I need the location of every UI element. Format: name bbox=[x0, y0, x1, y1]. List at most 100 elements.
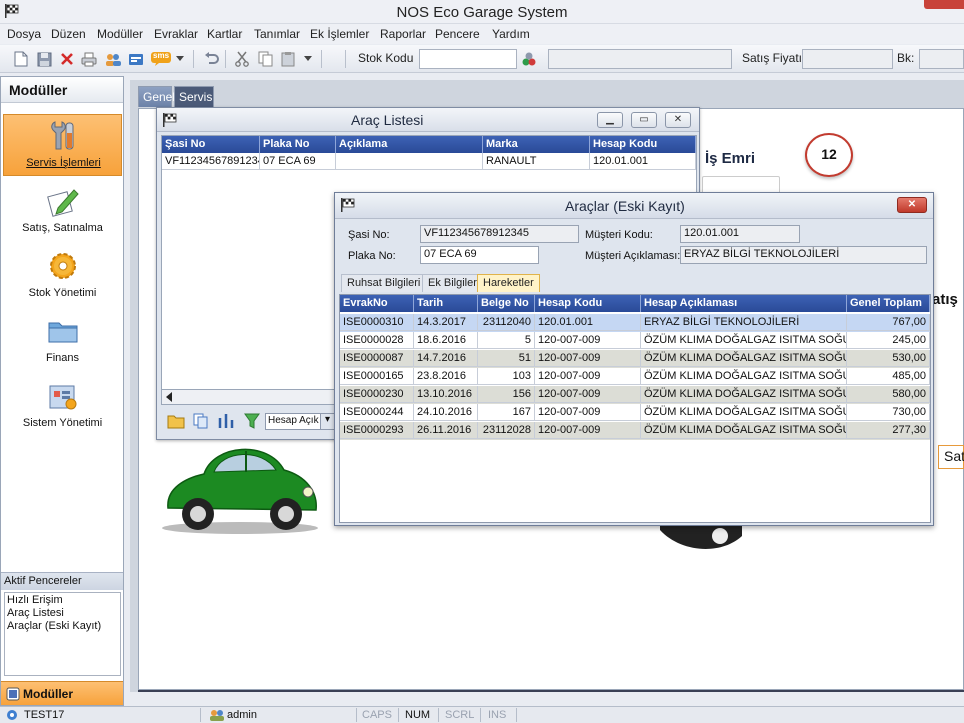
menu-yardim[interactable]: Yardım bbox=[492, 27, 530, 41]
menu-moduller[interactable]: Modüller bbox=[97, 27, 143, 41]
cell-genel-toplam: 485,00 bbox=[847, 368, 930, 385]
menu-kartlar[interactable]: Kartlar bbox=[207, 27, 242, 41]
minimize-icon[interactable]: ▁ bbox=[597, 112, 623, 128]
maximize-icon[interactable]: ▭ bbox=[631, 112, 657, 128]
filter-combo[interactable]: Hesap Açık ▾ bbox=[265, 413, 335, 430]
menu-evraklar[interactable]: Evraklar bbox=[154, 27, 198, 41]
cell-belge-no: 103 bbox=[478, 368, 535, 385]
table-row[interactable]: ISE0000230 13.10.2016 156 120-007-009 ÖZ… bbox=[340, 386, 930, 404]
stock-lookup-icon[interactable] bbox=[520, 50, 538, 68]
window-close-button[interactable] bbox=[924, 0, 964, 9]
table-row[interactable]: ISE0000165 23.8.2016 103 120-007-009 ÖZÜ… bbox=[340, 368, 930, 386]
menu-raporlar[interactable]: Raporlar bbox=[380, 27, 426, 41]
module-finans[interactable]: Finans bbox=[3, 310, 122, 372]
dashboard-sat-button[interactable]: Sat bbox=[938, 445, 964, 469]
module-satis-satinalma[interactable]: Satış, Satınalma bbox=[3, 180, 122, 242]
is-emri-title[interactable]: İş Emri bbox=[705, 150, 755, 167]
cell-belge-no: 51 bbox=[478, 350, 535, 367]
plaka-no-field[interactable]: 07 ECA 69 bbox=[420, 246, 539, 264]
menu-ek-islemler[interactable]: Ek İşlemler bbox=[310, 27, 369, 41]
title-bar: NOS Eco Garage System bbox=[0, 0, 964, 24]
save-icon[interactable] bbox=[35, 50, 53, 68]
module-stok-yonetimi[interactable]: Stok Yönetimi bbox=[3, 245, 122, 307]
menu-duzen[interactable]: Düzen bbox=[51, 27, 86, 41]
module-label: Finans bbox=[45, 352, 80, 364]
aktif-item-hizli-erisim[interactable]: Hızlı Erişim bbox=[7, 594, 118, 607]
table-row[interactable]: ISE0000028 18.6.2016 5 120-007-009 ÖZÜM … bbox=[340, 332, 930, 350]
print-icon[interactable] bbox=[80, 50, 98, 68]
filter-icon[interactable] bbox=[243, 412, 261, 430]
chevron-down-icon[interactable] bbox=[303, 50, 313, 68]
cell-hesap-kodu: 120-007-009 bbox=[535, 368, 641, 385]
cut-icon[interactable] bbox=[233, 50, 251, 68]
cell-genel-toplam: 245,00 bbox=[847, 332, 930, 349]
users-icon[interactable] bbox=[104, 50, 122, 68]
status-separator bbox=[200, 708, 201, 722]
delete-icon[interactable] bbox=[58, 50, 76, 68]
chevron-down-icon[interactable]: ▾ bbox=[320, 414, 334, 429]
open-folder-icon[interactable] bbox=[167, 413, 185, 429]
tab-ruhsat-bilgileri[interactable]: Ruhsat Bilgileri bbox=[341, 274, 427, 292]
notification-bubble[interactable]: 12 bbox=[805, 133, 853, 177]
table-row[interactable]: ISE0000310 14.3.2017 23112040 120.01.001… bbox=[340, 314, 930, 332]
arac-listesi-titlebar[interactable]: Araç Listesi ▁ ▭ ✕ bbox=[157, 108, 699, 132]
close-icon[interactable]: ✕ bbox=[665, 112, 691, 128]
column-header[interactable]: EvrakNo bbox=[340, 295, 414, 312]
tab-ek-bilgiler[interactable]: Ek Bilgiler bbox=[422, 274, 483, 292]
cell-tarih: 23.8.2016 bbox=[414, 368, 478, 385]
close-icon[interactable]: ✕ bbox=[897, 197, 927, 213]
database-icon bbox=[7, 710, 17, 720]
column-header[interactable]: Şasi No bbox=[162, 136, 260, 153]
cell-tarih: 18.6.2016 bbox=[414, 332, 478, 349]
cell-hesap-kodu: 120-007-009 bbox=[535, 350, 641, 367]
status-separator bbox=[438, 708, 439, 722]
chart-icon[interactable] bbox=[217, 412, 235, 430]
table-row[interactable]: ISE0000293 26.11.2016 23112028 120-007-0… bbox=[340, 422, 930, 440]
cell-tarih: 13.10.2016 bbox=[414, 386, 478, 403]
chevron-down-icon[interactable] bbox=[175, 50, 185, 68]
menu-tanimlar[interactable]: Tanımlar bbox=[254, 27, 300, 41]
column-header[interactable]: Açıklama bbox=[336, 136, 483, 153]
copy-icon[interactable] bbox=[193, 413, 209, 429]
table-row[interactable]: ISE0000087 14.7.2016 51 120-007-009 ÖZÜM… bbox=[340, 350, 930, 368]
column-header[interactable]: Marka bbox=[483, 136, 590, 153]
menu-pencere[interactable]: Pencere bbox=[435, 27, 480, 41]
undo-icon[interactable] bbox=[203, 50, 221, 68]
aktif-item-arac-listesi[interactable]: Araç Listesi bbox=[7, 607, 118, 620]
copy-icon[interactable] bbox=[256, 50, 274, 68]
musteri-kodu-field[interactable]: 120.01.001 bbox=[680, 225, 800, 243]
filter-combo-value: Hesap Açık bbox=[268, 415, 319, 426]
sms-icon[interactable]: sms bbox=[150, 50, 172, 68]
column-header[interactable]: Tarih bbox=[414, 295, 478, 312]
column-header[interactable]: Genel Toplam bbox=[847, 295, 930, 312]
modules-footer-button[interactable]: Modüller bbox=[1, 681, 123, 705]
card-icon[interactable] bbox=[127, 50, 145, 68]
paste-icon[interactable] bbox=[279, 50, 297, 68]
cell-belge-no: 156 bbox=[478, 386, 535, 403]
menu-dosya[interactable]: Dosya bbox=[7, 27, 41, 41]
araclar-titlebar[interactable]: Araçlar (Eski Kayıt) ✕ bbox=[335, 193, 933, 219]
scroll-left-icon[interactable] bbox=[165, 392, 175, 402]
table-row[interactable]: ISE0000244 24.10.2016 167 120-007-009 ÖZ… bbox=[340, 404, 930, 422]
sasi-no-field[interactable]: VF112345678912345 bbox=[420, 225, 579, 243]
column-header[interactable]: Hesap Kodu bbox=[590, 136, 696, 153]
tab-servis[interactable]: Servis bbox=[174, 86, 214, 107]
aktif-item-araclar[interactable]: Araçlar (Eski Kayıt) bbox=[7, 620, 118, 633]
tab-genel[interactable]: Genel bbox=[138, 86, 175, 107]
column-header[interactable]: Hesap Açıklaması bbox=[641, 295, 847, 312]
column-header[interactable]: Belge No bbox=[478, 295, 535, 312]
column-header[interactable]: Hesap Kodu bbox=[535, 295, 641, 312]
dashboard-satis-heading: atış bbox=[932, 291, 958, 308]
cell-hesap-kodu: 120-007-009 bbox=[535, 386, 641, 403]
checkered-flag-icon bbox=[341, 198, 355, 212]
cell-hesap-kodu: 120-007-009 bbox=[535, 404, 641, 421]
stok-kodu-input[interactable] bbox=[419, 49, 517, 69]
module-sistem-yonetimi[interactable]: Sistem Yönetimi bbox=[3, 375, 122, 437]
wrench-icon bbox=[51, 121, 74, 150]
new-document-icon[interactable] bbox=[12, 50, 30, 68]
module-servis-islemleri[interactable]: Servis İşlemleri bbox=[3, 114, 122, 176]
cell-hesap-aciklamasi: ÖZÜM KLIMA DOĞALGAZ ISITMA SOĞUTM bbox=[641, 422, 847, 439]
modules-icon bbox=[6, 687, 20, 701]
tab-hareketler[interactable]: Hareketler bbox=[477, 274, 540, 292]
column-header[interactable]: Plaka No bbox=[260, 136, 336, 153]
